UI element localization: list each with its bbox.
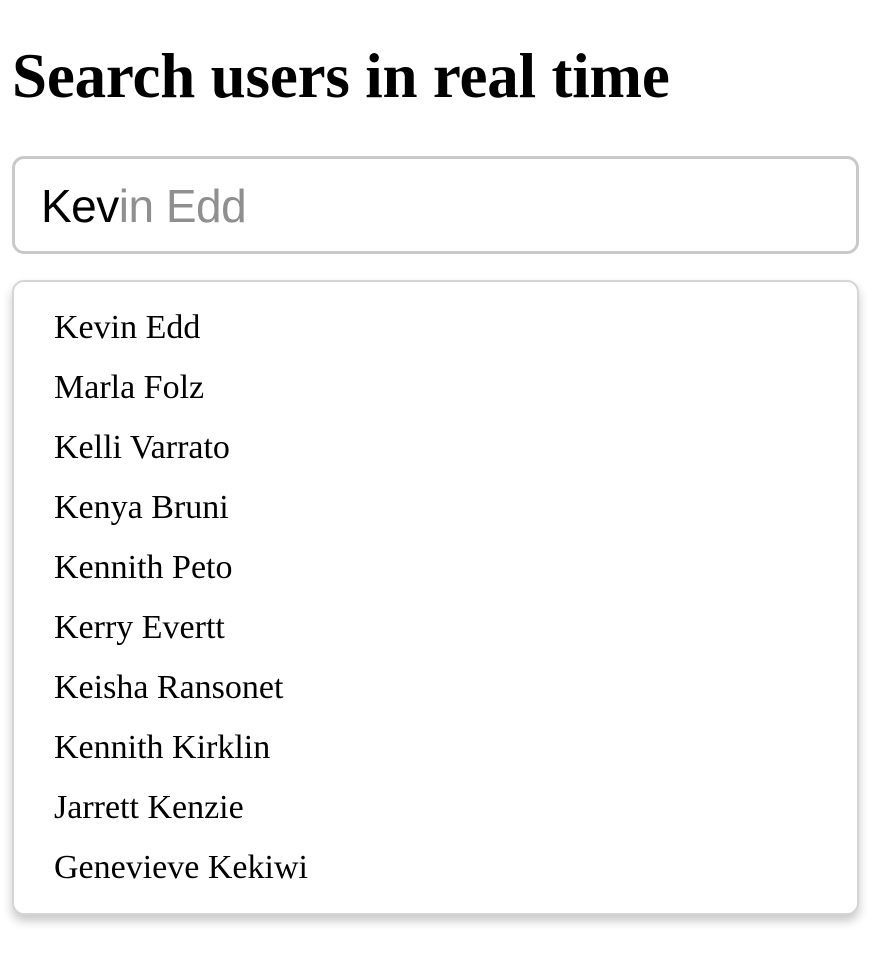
result-item[interactable]: Kevin Edd	[14, 298, 857, 358]
search-input[interactable]	[15, 159, 856, 251]
result-item[interactable]: Keisha Ransonet	[14, 658, 857, 718]
result-item[interactable]: Kenya Bruni	[14, 478, 857, 538]
result-item[interactable]: Kennith Kirklin	[14, 718, 857, 778]
result-item[interactable]: Kennith Peto	[14, 538, 857, 598]
page-title: Search users in real time	[12, 41, 670, 111]
result-item[interactable]: Genevieve Kekiwi	[14, 838, 857, 898]
result-item[interactable]: Marla Folz	[14, 358, 857, 418]
result-item[interactable]: Kerry Evertt	[14, 598, 857, 658]
results-list: Kevin Edd Marla Folz Kelli Varrato Kenya…	[14, 282, 857, 898]
result-item[interactable]: Kelli Varrato	[14, 418, 857, 478]
search-box[interactable]: Kevin Edd	[12, 156, 859, 254]
result-item[interactable]: Jarrett Kenzie	[14, 778, 857, 838]
results-dropdown: Kevin Edd Marla Folz Kelli Varrato Kenya…	[12, 280, 859, 915]
